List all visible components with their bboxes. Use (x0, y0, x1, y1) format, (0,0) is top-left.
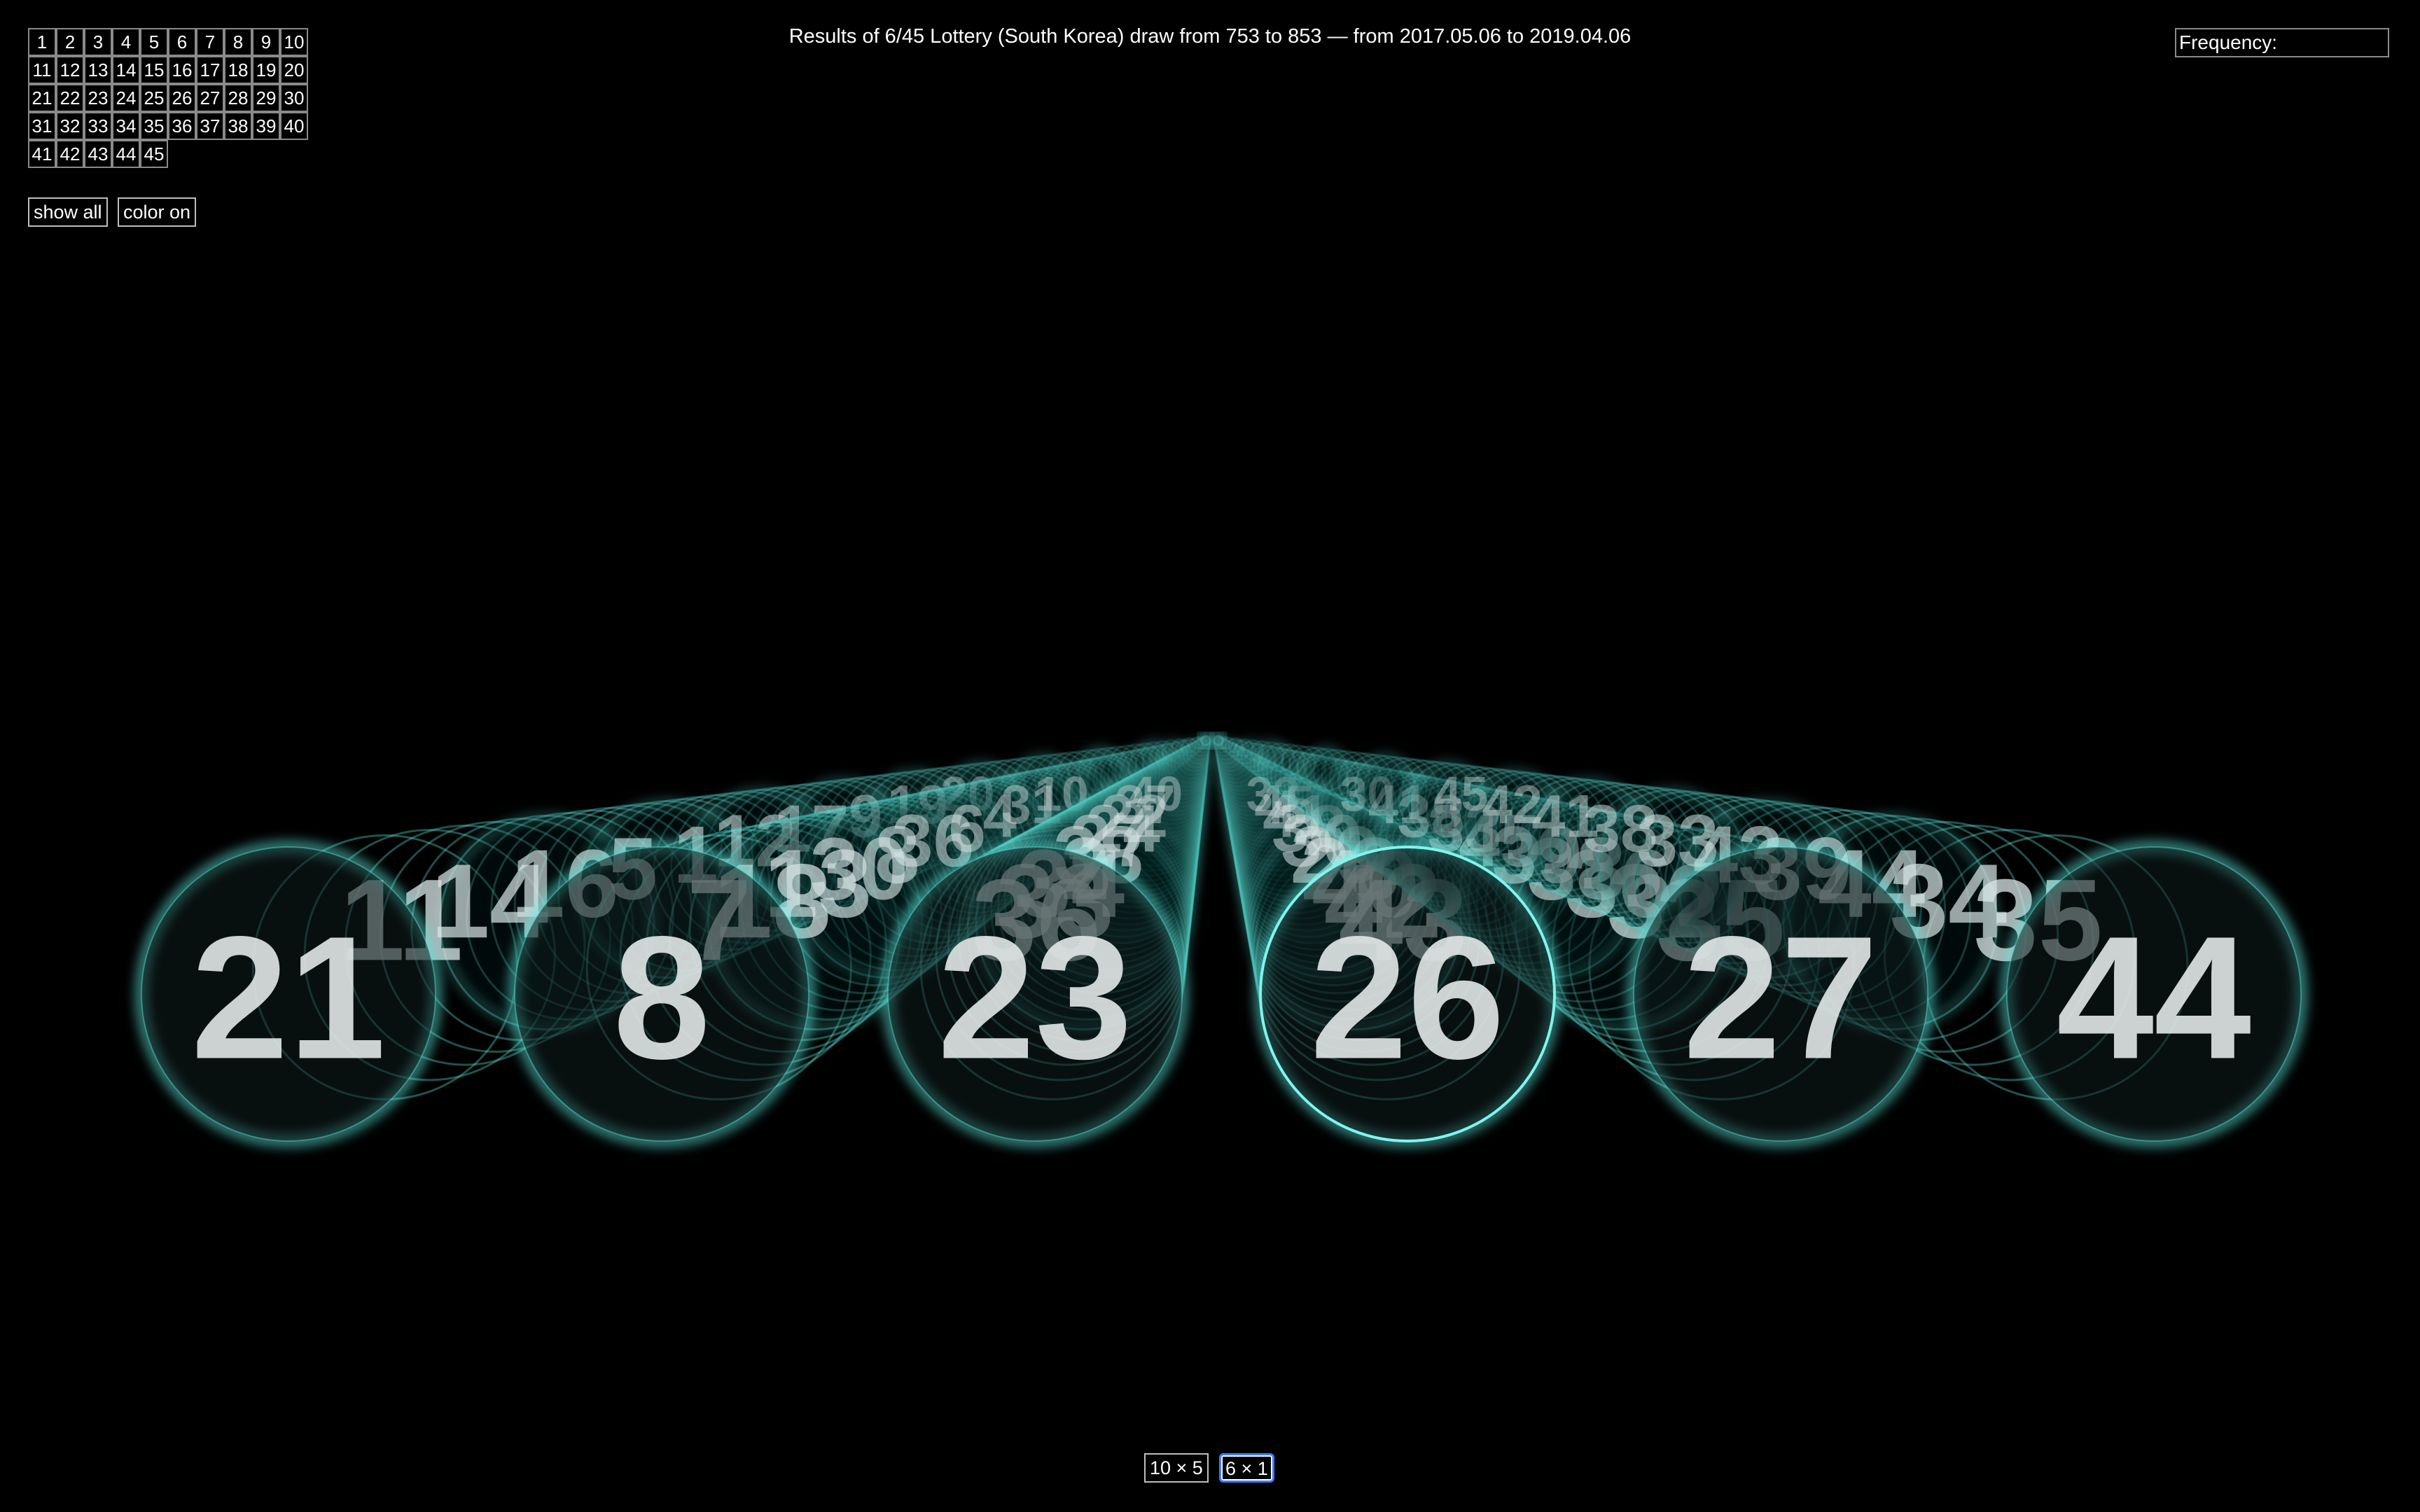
layout-6x1-button[interactable]: 6 × 1 (1219, 1453, 1274, 1483)
number-cell-7[interactable]: 7 (196, 28, 224, 56)
visualization-stage: 1114165112179192071813308366431103633342… (0, 0, 2420, 1512)
number-cell-9[interactable]: 9 (252, 28, 280, 56)
number-cell-11[interactable]: 11 (28, 56, 56, 84)
show-all-button[interactable]: show all (28, 197, 108, 227)
number-cell-41[interactable]: 41 (28, 140, 56, 168)
number-cell-25[interactable]: 25 (140, 84, 168, 112)
number-cell-6[interactable]: 6 (168, 28, 196, 56)
number-cell-17[interactable]: 17 (196, 56, 224, 84)
number-cell-12[interactable]: 12 (56, 56, 84, 84)
front-ball-27[interactable]: 27 (1627, 841, 1934, 1147)
number-cell-24[interactable]: 24 (112, 84, 140, 112)
number-cell-33[interactable]: 33 (84, 112, 112, 140)
number-cell-10[interactable]: 10 (280, 28, 308, 56)
tunnel-glow (1303, 746, 1350, 793)
receding-number: 42 (1482, 775, 1542, 835)
number-cell-29[interactable]: 29 (252, 84, 280, 112)
number-cell-20[interactable]: 20 (280, 56, 308, 84)
ball-number: 26 (1310, 900, 1505, 1096)
number-cell-13[interactable]: 13 (84, 56, 112, 84)
front-ball-44[interactable]: 44 (2001, 841, 2307, 1147)
ball-tunnel-visualization[interactable]: 1114165112179192071813308366431103633342… (0, 0, 2420, 1512)
tunnel-glow (1256, 740, 1286, 770)
number-cell-34[interactable]: 34 (112, 112, 140, 140)
number-cell-22[interactable]: 22 (56, 84, 84, 112)
receding-number: 45 (1434, 766, 1488, 821)
front-ball-26[interactable]: 26 (1254, 841, 1561, 1147)
number-cell-28[interactable]: 28 (224, 84, 252, 112)
number-cell-36[interactable]: 36 (168, 112, 196, 140)
number-cell-44[interactable]: 44 (112, 140, 140, 168)
number-cell-42[interactable]: 42 (56, 140, 84, 168)
number-cell-40[interactable]: 40 (280, 112, 308, 140)
number-cell-4[interactable]: 4 (112, 28, 140, 56)
tunnel-glow (1211, 734, 1225, 748)
number-cell-32[interactable]: 32 (56, 112, 84, 140)
ball-number: 21 (191, 900, 386, 1096)
ball-number: 23 (938, 900, 1132, 1096)
tunnel-glow (1353, 753, 1417, 818)
layout-10x5-button[interactable]: 10 × 5 (1144, 1453, 1209, 1483)
number-cell-1[interactable]: 1 (28, 28, 56, 56)
number-cell-19[interactable]: 19 (252, 56, 280, 84)
ball-number: 44 (2057, 900, 2251, 1096)
front-ball-23[interactable]: 23 (882, 841, 1188, 1147)
number-cell-39[interactable]: 39 (252, 112, 280, 140)
number-cell-3[interactable]: 3 (84, 28, 112, 56)
number-cell-8[interactable]: 8 (224, 28, 252, 56)
ball-number: 8 (613, 900, 710, 1096)
number-cell-15[interactable]: 15 (140, 56, 168, 84)
frequency-readout: Frequency: (2175, 28, 2389, 57)
ball-number: 27 (1683, 900, 1878, 1096)
number-cell-23[interactable]: 23 (84, 84, 112, 112)
number-cell-21[interactable]: 21 (28, 84, 56, 112)
number-cell-18[interactable]: 18 (224, 56, 252, 84)
number-cell-2[interactable]: 2 (56, 28, 84, 56)
page-title: Results of 6/45 Lottery (South Korea) dr… (788, 25, 1632, 48)
number-cell-26[interactable]: 26 (168, 84, 196, 112)
number-cell-30[interactable]: 30 (280, 84, 308, 112)
number-cell-27[interactable]: 27 (196, 84, 224, 112)
number-cell-5[interactable]: 5 (140, 28, 168, 56)
number-cell-43[interactable]: 43 (84, 140, 112, 168)
number-cell-16[interactable]: 16 (168, 56, 196, 84)
front-ball-21[interactable]: 21 (135, 841, 442, 1147)
front-ball-8[interactable]: 8 (508, 841, 815, 1147)
receding-number: 40 (1129, 766, 1183, 821)
number-cell-31[interactable]: 31 (28, 112, 56, 140)
number-cell-45[interactable]: 45 (140, 140, 168, 168)
number-picker-grid: 1 2 3 4 5 6 7 8 9 10 11 12 13 14 15 16 17 18 19 20 21 22 23 24 2… (28, 28, 311, 168)
number-cell-37[interactable]: 37 (196, 112, 224, 140)
number-cell-14[interactable]: 14 (112, 56, 140, 84)
color-toggle-button[interactable]: color on (118, 197, 197, 227)
number-cell-38[interactable]: 38 (224, 112, 252, 140)
number-cell-35[interactable]: 35 (140, 112, 168, 140)
